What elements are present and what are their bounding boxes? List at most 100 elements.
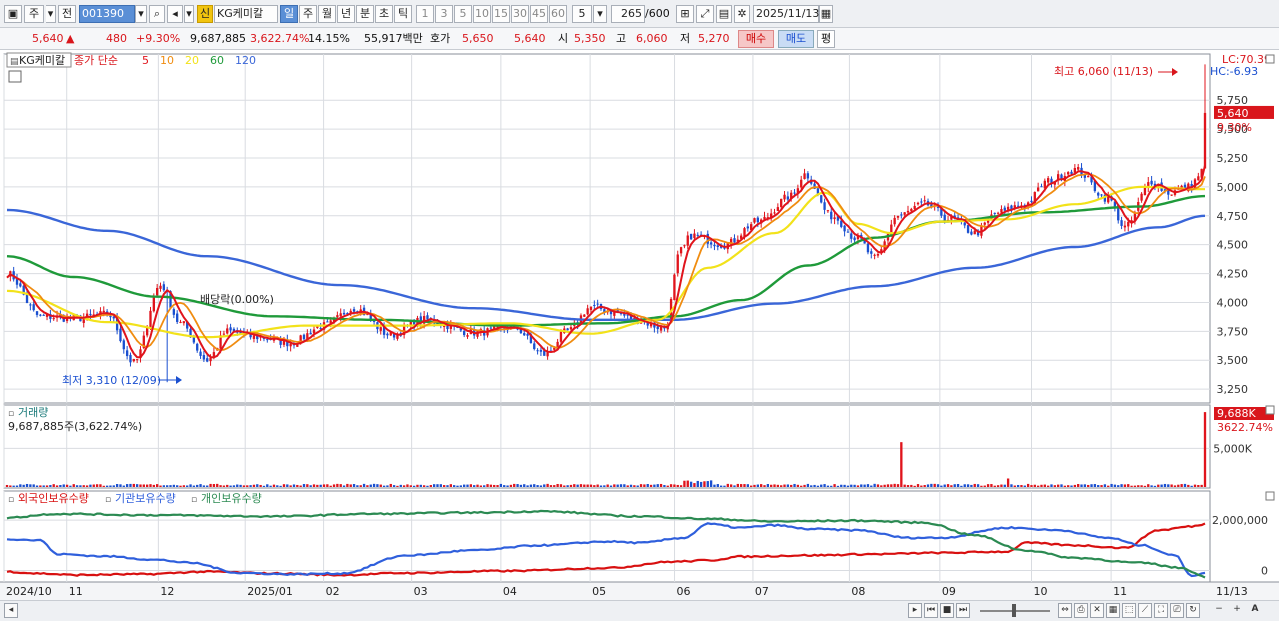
candle-body (135, 359, 139, 361)
period-tab-6[interactable]: 틱 (394, 5, 412, 23)
bid-label: 호가 (430, 32, 451, 45)
candle-body (196, 343, 199, 351)
volume-bar (936, 484, 940, 487)
search-icon[interactable]: ⌕ (149, 5, 165, 23)
interval-button-5[interactable]: 5 (454, 5, 472, 23)
speaker-icon[interactable]: ◂ (167, 5, 183, 23)
sell-button[interactable]: 매도 (778, 30, 814, 48)
code-dropdown-icon[interactable]: ▾ (135, 5, 147, 23)
volume-bar (369, 484, 372, 487)
scroll-right-icon[interactable]: ▸ (908, 603, 922, 618)
forward-icon[interactable]: ⏭ (956, 603, 970, 618)
stop-icon[interactable]: ■ (940, 603, 954, 618)
date-input[interactable]: 2025/11/13 (753, 5, 819, 23)
interval-button-3[interactable]: 3 (435, 5, 453, 23)
tool-icon[interactable]: ⤢ (696, 5, 714, 23)
interval-dropdown-icon[interactable]: ▾ (593, 5, 607, 23)
stock-chart[interactable]: 5,7505,5005,2505,0004,7504,5004,2504,000… (0, 51, 1279, 600)
pan-icon[interactable]: ⇔ (1058, 603, 1072, 618)
interval-input[interactable]: 5 (572, 5, 592, 23)
interval-button-45[interactable]: 45 (530, 5, 548, 23)
speaker-dropdown-icon[interactable]: ▾ (184, 5, 194, 23)
volume-bar (25, 483, 29, 487)
volume-panel-icon: ▫ (8, 409, 14, 419)
zoom-in-icon[interactable]: + (1230, 603, 1244, 618)
snapshot-icon[interactable]: ⎚ (1170, 603, 1184, 618)
volume-bar (22, 484, 25, 487)
market-select[interactable]: 주 (24, 5, 44, 23)
volume-bar (5, 484, 9, 487)
volume-bar (709, 480, 713, 487)
auto-scale-button[interactable]: A (1248, 603, 1262, 618)
period-tab-1[interactable]: 주 (299, 5, 317, 23)
low-label: 저 (680, 32, 691, 45)
candle-body (970, 231, 973, 235)
period-tab-4[interactable]: 분 (356, 5, 374, 23)
volume-bar (259, 484, 262, 487)
volume-bar (559, 484, 563, 487)
volume-bar (716, 484, 719, 487)
stock-code-input[interactable]: 001390 (79, 5, 135, 23)
volume-bar (703, 481, 706, 487)
interval-button-10[interactable]: 10 (473, 5, 491, 23)
volume-bar (82, 485, 85, 487)
interval-button-60[interactable]: 60 (549, 5, 567, 23)
volume-bar (426, 485, 429, 487)
candle-body (129, 354, 132, 363)
calendar-icon[interactable]: ▦ (819, 5, 833, 23)
last-pct-tag-text: 9.30% (1217, 121, 1252, 134)
buy-button[interactable]: 매수 (738, 30, 774, 48)
period-tab-5[interactable]: 초 (375, 5, 393, 23)
x-tick-label: 07 (755, 585, 769, 598)
open-label: 시 (558, 32, 569, 45)
crosshair-icon[interactable]: ✕ (1090, 603, 1104, 618)
volume-bar (1183, 483, 1187, 487)
zoom-out-icon[interactable]: − (1212, 603, 1226, 618)
scroll-left-icon[interactable]: ◂ (4, 603, 18, 618)
count-input[interactable]: 265 (611, 5, 645, 23)
interval-button-15[interactable]: 15 (492, 5, 510, 23)
volume-bar (1133, 485, 1137, 487)
period-tab-3[interactable]: 년 (337, 5, 355, 23)
rewind-icon[interactable]: ⏮ (924, 603, 938, 618)
grid-icon[interactable]: ▦ (1106, 603, 1120, 618)
candle-body (199, 351, 202, 356)
volume-bar (269, 485, 272, 487)
save-icon[interactable]: ▤ (716, 5, 732, 23)
zoom-slider-handle[interactable] (1012, 604, 1016, 617)
volume-bar (1050, 484, 1053, 487)
eval-button[interactable]: 평 (817, 30, 835, 48)
indicator-icon[interactable]: ⊞ (676, 5, 694, 23)
candle-body (102, 310, 105, 312)
gear-icon[interactable]: ✲ (734, 5, 750, 23)
prev-button[interactable]: 전 (58, 5, 76, 23)
layout-icon[interactable]: ▣ (4, 5, 22, 23)
volume-bar (963, 484, 966, 487)
volume-bar (656, 484, 659, 487)
volume-bar (636, 485, 639, 487)
refresh-icon[interactable]: ↻ (1186, 603, 1200, 618)
volume-bar (810, 485, 813, 487)
volume-bar (463, 484, 466, 487)
period-tab-2[interactable]: 월 (318, 5, 336, 23)
candle-body (746, 226, 749, 229)
market-dropdown-icon[interactable]: ▾ (46, 5, 56, 23)
period-tab-0[interactable]: 일 (280, 5, 298, 23)
chart-scrollbar[interactable]: ◂ ▸ ⏮ ■ ⏭ ⇔ ⎙ ✕ ▦ ⬚ ⟋ ⛶ ⎚ ↻ − + A (0, 600, 1279, 621)
interval-button-1[interactable]: 1 (416, 5, 434, 23)
volume-bar (69, 485, 72, 487)
candle-body (1030, 200, 1033, 203)
select-icon[interactable]: ⬚ (1122, 603, 1136, 618)
candle-body (673, 274, 676, 301)
interval-button-30[interactable]: 30 (511, 5, 529, 23)
print-icon[interactable]: ⎙ (1074, 603, 1088, 618)
candle-body (352, 309, 356, 312)
volume-bar (553, 485, 556, 487)
volume-panel-title: 거래량 (18, 406, 48, 419)
fit-icon[interactable]: ⛶ (1154, 603, 1168, 618)
line-icon[interactable]: ⟋ (1138, 603, 1152, 618)
candle-body (896, 215, 900, 218)
volume-bar (89, 484, 92, 487)
count-value: 265 (621, 7, 642, 20)
volume-bar (62, 484, 65, 487)
